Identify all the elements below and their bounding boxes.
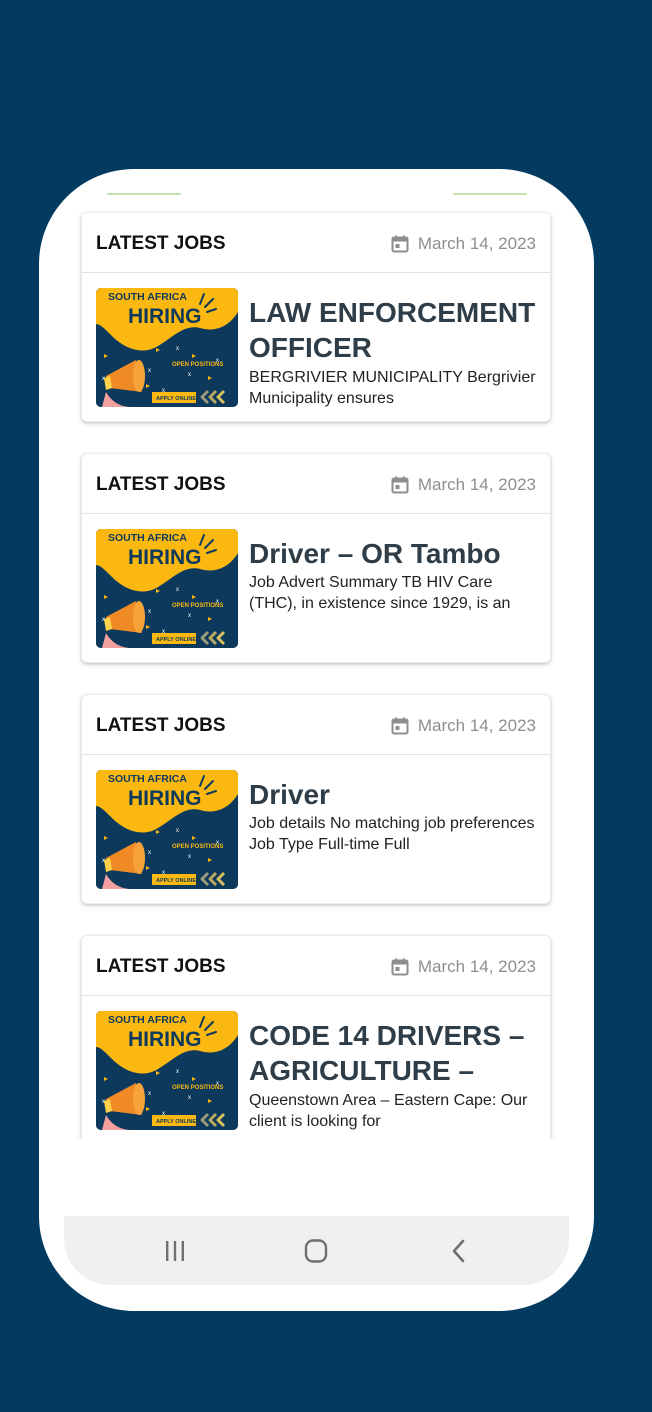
svg-text:x: x xyxy=(188,1095,191,1101)
phone-frame: LATEST JOBS March 14, 2023 SOUTH AFRICA xyxy=(39,169,594,1311)
svg-text:x: x xyxy=(176,1069,179,1075)
svg-text:x: x xyxy=(148,1091,151,1097)
hiring-thumbnail[interactable]: SOUTH AFRICA HIRING OPEN POSITIONS xxx x… xyxy=(96,1011,238,1130)
card-date-text: March 14, 2023 xyxy=(417,716,536,735)
svg-text:x: x xyxy=(148,368,151,374)
thumb-line2: HIRING xyxy=(128,546,202,569)
android-nav-bar xyxy=(64,1216,569,1285)
thumb-line2: HIRING xyxy=(128,1028,202,1051)
svg-text:x: x xyxy=(216,599,219,605)
job-title[interactable]: CODE 14 DRIVERS – AGRICULTURE – xyxy=(249,1018,539,1088)
thumb-line4: APPLY ONLINE xyxy=(156,878,196,884)
card-header: LATEST JOBS March 14, 2023 xyxy=(82,213,550,273)
card-date-text: March 14, 2023 xyxy=(417,475,536,494)
calendar-icon xyxy=(391,476,409,494)
svg-text:x: x xyxy=(188,854,191,860)
thumb-line1: SOUTH AFRICA xyxy=(108,1014,187,1026)
hiring-thumbnail[interactable]: SOUTH AFRICA HIRING OPEN POSITIONS xxx x… xyxy=(96,529,238,648)
card-date: March 14, 2023 xyxy=(391,475,536,495)
card-category: LATEST JOBS xyxy=(96,233,226,254)
top-accent-line xyxy=(453,193,527,195)
svg-text:x: x xyxy=(176,346,179,352)
job-description: Job Advert Summary TB HIV Care (THC), in… xyxy=(249,574,511,612)
card-header: LATEST JOBS March 14, 2023 xyxy=(82,454,550,514)
card-category: LATEST JOBS xyxy=(96,715,226,736)
job-title[interactable]: Driver xyxy=(249,777,539,812)
card-date: March 14, 2023 xyxy=(391,234,536,254)
back-icon[interactable] xyxy=(444,1238,474,1264)
job-description: Queenstown Area – Eastern Cape: Our clie… xyxy=(249,1092,528,1130)
thumb-line1: SOUTH AFRICA xyxy=(108,291,187,303)
svg-text:x: x xyxy=(216,358,219,364)
job-card[interactable]: LATEST JOBS March 14, 2023 SOUTH AFRICA xyxy=(81,212,551,422)
thumb-line4: APPLY ONLINE xyxy=(156,1119,196,1125)
top-accent-line xyxy=(107,193,181,195)
card-date-text: March 14, 2023 xyxy=(417,957,536,976)
job-card[interactable]: LATEST JOBS March 14, 2023 SOUTH AFRICA xyxy=(81,453,551,663)
job-description: BERGRIVIER MUNICIPALITY Bergrivier Munic… xyxy=(249,369,536,407)
hiring-thumbnail[interactable]: SOUTH AFRICA HIRING OPEN POSITIONS xxx x… xyxy=(96,770,238,889)
job-title[interactable]: Driver – OR Tambo xyxy=(249,536,539,571)
hiring-thumbnail[interactable]: SOUTH AFRICA HIRING OPEN POSITIONS xxx x… xyxy=(96,288,238,407)
job-description: Job details No matching job preferences … xyxy=(249,815,535,853)
recent-apps-icon[interactable] xyxy=(160,1238,190,1264)
svg-text:x: x xyxy=(188,372,191,378)
svg-text:x: x xyxy=(216,840,219,846)
card-header: LATEST JOBS March 14, 2023 xyxy=(82,695,550,755)
calendar-icon xyxy=(391,958,409,976)
card-date-text: March 14, 2023 xyxy=(417,234,536,253)
thumb-line4: APPLY ONLINE xyxy=(156,396,196,402)
job-feed[interactable]: LATEST JOBS March 14, 2023 SOUTH AFRICA xyxy=(39,209,594,1139)
svg-text:x: x xyxy=(176,828,179,834)
svg-text:x: x xyxy=(188,613,191,619)
calendar-icon xyxy=(391,235,409,253)
thumb-line1: SOUTH AFRICA xyxy=(108,773,187,785)
card-category: LATEST JOBS xyxy=(96,474,226,495)
thumb-line1: SOUTH AFRICA xyxy=(108,532,187,544)
card-header: LATEST JOBS March 14, 2023 xyxy=(82,936,550,996)
thumb-line2: HIRING xyxy=(128,305,202,328)
card-date: March 14, 2023 xyxy=(391,716,536,736)
home-icon[interactable] xyxy=(301,1238,331,1264)
job-card[interactable]: LATEST JOBS March 14, 2023 SOUTH AFRICA xyxy=(81,694,551,904)
card-date: March 14, 2023 xyxy=(391,957,536,977)
thumb-line4: APPLY ONLINE xyxy=(156,637,196,643)
thumb-line2: HIRING xyxy=(128,787,202,810)
job-card[interactable]: LATEST JOBS March 14, 2023 SOUTH AFRICA xyxy=(81,935,551,1139)
svg-text:x: x xyxy=(148,609,151,615)
svg-text:x: x xyxy=(216,1081,219,1087)
job-title[interactable]: LAW ENFORCEMENT OFFICER xyxy=(249,295,539,365)
svg-text:x: x xyxy=(176,587,179,593)
card-category: LATEST JOBS xyxy=(96,956,226,977)
calendar-icon xyxy=(391,717,409,735)
svg-text:x: x xyxy=(148,850,151,856)
